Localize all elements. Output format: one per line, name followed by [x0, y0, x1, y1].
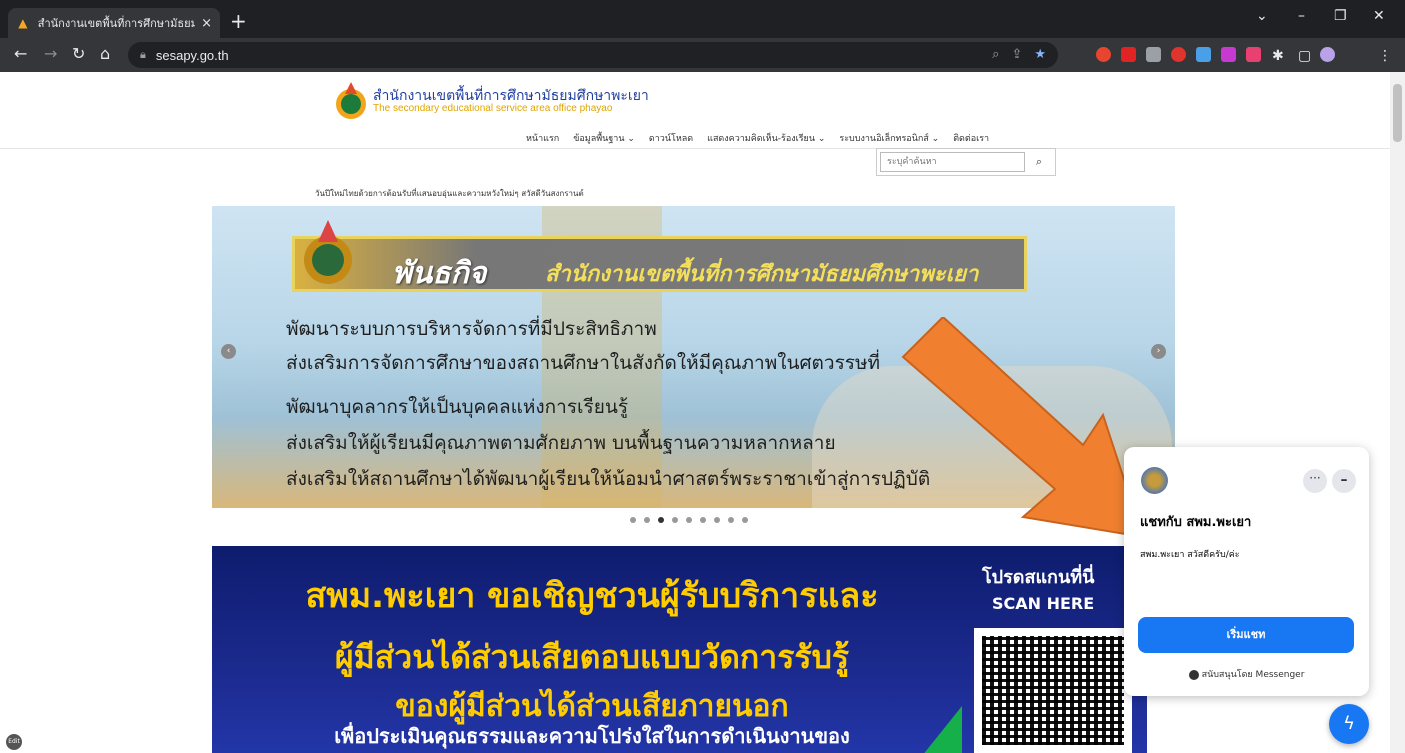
chat-title: แชทกับ สพม.พะเยา — [1140, 515, 1252, 530]
site-favicon-icon: ▲ — [18, 16, 28, 30]
bookmark-star-icon[interactable]: ★ — [1034, 47, 1046, 62]
close-window-button[interactable]: ✕ — [1373, 8, 1385, 24]
forward-icon[interactable]: → — [44, 44, 57, 64]
slider-dot-8[interactable] — [728, 517, 734, 523]
messenger-mini-icon — [1188, 669, 1199, 680]
address-bar[interactable]: 🔒︎ sesapy.go.th ⌕ ⇪ ★ — [128, 42, 1058, 68]
extension-icon-3[interactable] — [1146, 47, 1161, 62]
tab-title: สำนักงานเขตพื้นที่การศึกษามัธยมศึกษ... — [37, 17, 196, 30]
slider-dot-2[interactable] — [644, 517, 650, 523]
menu-item-contact[interactable]: ติดต่อเรา — [953, 131, 989, 145]
scan-here-label: SCAN HERE — [992, 594, 1095, 613]
adblock-icon[interactable] — [1171, 47, 1186, 62]
restore-button[interactable]: ❐ — [1334, 8, 1347, 24]
poster-line-4: เพื่อประเมินคุณธรรมและความโปร่งใสในการดำ… — [334, 724, 850, 748]
minimize-button[interactable]: – — [1298, 8, 1305, 24]
chat-more-button[interactable]: ··· — [1303, 469, 1327, 493]
home-icon[interactable]: ⌂ — [100, 44, 110, 64]
mission-line-2: ส่งเสริมการจัดการศึกษาของสถานศึกษาในสังก… — [286, 352, 881, 374]
banner-subtitle: สำนักงานเขตพื้นที่การศึกษามัธยมศึกษาพะเย… — [545, 262, 979, 287]
edit-badge-icon[interactable]: Edit — [6, 734, 22, 750]
mission-line-1: พัฒนาระบบการบริหารจัดการที่มีประสิทธิภาพ — [286, 318, 657, 340]
page-viewport: สำนักงานเขตพื้นที่การศึกษามัธยมศึกษาพะเย… — [0, 72, 1405, 753]
survey-poster[interactable]: สพม.พะเยา ขอเชิญชวนผู้รับบริการและ ผู้มี… — [212, 546, 1147, 753]
url-text[interactable]: sesapy.go.th — [156, 48, 229, 63]
side-panel-icon[interactable]: ▢ — [1298, 46, 1311, 66]
header-divider — [0, 148, 1390, 149]
browser-toolbar: ← → ↻ ⌂ 🔒︎ sesapy.go.th ⌕ ⇪ ★ ✱ ▢ ⋮ — [0, 38, 1405, 72]
start-chat-button[interactable]: เริ่มแชท — [1138, 617, 1354, 653]
chat-greeting: สพม.พะเยา สวัสดีครับ/ค่ะ — [1140, 550, 1240, 560]
orange-arrow-annotation — [901, 317, 1145, 539]
menu-item-basic-info[interactable]: ข้อมูลพื้นฐาน ⌄ — [573, 131, 635, 145]
powered-by-messenger[interactable]: สนับสนุนโดย Messenger — [1124, 667, 1369, 681]
search-icon[interactable]: ⌕ — [1027, 152, 1051, 172]
extension-icon-7[interactable] — [1246, 47, 1261, 62]
extensions-puzzle-icon[interactable]: ✱ — [1272, 46, 1284, 66]
scrollbar-thumb[interactable] — [1393, 84, 1402, 142]
page-scrollbar[interactable] — [1390, 72, 1405, 753]
mission-line-4: ส่งเสริมให้ผู้เรียนมีคุณภาพตามศักยภาพ บน… — [286, 432, 836, 454]
mission-line-3: พัฒนาบุคลากรให้เป็นบุคคลแห่งการเรียนรู้ — [286, 396, 629, 418]
qr-code-image[interactable] — [974, 628, 1132, 753]
menu-item-feedback[interactable]: แสดงความคิดเห็น-ร้องเรียน ⌄ — [707, 131, 825, 145]
browser-window: ▲ สำนักงานเขตพื้นที่การศึกษามัธยมศึกษ...… — [0, 0, 1405, 753]
slider-dot-1[interactable] — [630, 517, 636, 523]
tab-close-button[interactable]: × — [201, 16, 212, 31]
site-logo[interactable] — [333, 80, 369, 120]
lock-icon[interactable]: 🔒︎ — [140, 48, 146, 62]
search-form: ⌕ — [876, 148, 1056, 176]
page-avatar — [1141, 467, 1168, 494]
scan-thai-label: โปรดสแกนที่นี่ — [982, 567, 1095, 588]
announcement-marquee: วันปีใหม่ไทยด้วยการต้อนรับที่แสนอบอุ่นแล… — [315, 189, 584, 198]
slider-dot-5[interactable] — [686, 517, 692, 523]
slider-dot-6[interactable] — [700, 517, 706, 523]
powered-label: สนับสนุนโดย Messenger — [1201, 670, 1305, 680]
slider-dot-7[interactable] — [714, 517, 720, 523]
obec-emblem-icon — [304, 220, 352, 284]
menu-item-home[interactable]: หน้าแรก — [526, 131, 559, 145]
slider-dots — [630, 517, 748, 523]
slider-dot-4[interactable] — [672, 517, 678, 523]
poster-line-2: ผู้มีส่วนได้ส่วนเสียตอบแบบวัดการรับรู้ — [334, 638, 850, 676]
messenger-fab-icon[interactable]: ϟ — [1329, 704, 1369, 744]
tab-strip: ▲ สำนักงานเขตพื้นที่การศึกษามัธยมศึกษ...… — [0, 0, 1405, 38]
green-arrow-shape — [922, 706, 962, 753]
main-menu: หน้าแรก ข้อมูลพื้นฐาน ⌄ ดาวน์โหลด แสดงคว… — [526, 131, 989, 145]
mission-line-5: ส่งเสริมให้สถานศึกษาได้พัฒนาผู้เรียนให้น… — [286, 468, 931, 490]
search-input[interactable] — [880, 152, 1025, 172]
share-icon[interactable]: ⇪ — [1011, 47, 1022, 62]
menu-item-download[interactable]: ดาวน์โหลด — [649, 131, 693, 145]
extension-icon-2[interactable] — [1121, 47, 1136, 62]
banner-title: พันธกิจ — [392, 256, 487, 291]
chat-minimize-button[interactable]: – — [1332, 469, 1356, 493]
back-icon[interactable]: ← — [14, 44, 27, 64]
browser-tab[interactable]: ▲ สำนักงานเขตพื้นที่การศึกษามัธยมศึกษ...… — [8, 8, 220, 38]
browser-menu-icon[interactable]: ⋮ — [1378, 46, 1392, 66]
tab-search-button[interactable]: ⌄ — [1256, 8, 1268, 24]
poster-line-1: สพม.พะเยา ขอเชิญชวนผู้รับบริการและ — [305, 576, 879, 616]
profile-avatar[interactable] — [1320, 47, 1335, 62]
extension-icon-6[interactable] — [1221, 47, 1236, 62]
messenger-chat-widget: ··· – แชทกับ สพม.พะเยา สพม.พะเยา สวัสดีค… — [1124, 447, 1369, 696]
zoom-icon[interactable]: ⌕ — [992, 47, 999, 62]
reload-icon[interactable]: ↻ — [72, 44, 85, 64]
slider-prev-button[interactable]: ‹ — [221, 344, 236, 359]
extension-icon-5[interactable] — [1196, 47, 1211, 62]
slider-dot-3[interactable] — [658, 517, 664, 523]
new-tab-button[interactable]: + — [230, 10, 247, 32]
menu-item-e-systems[interactable]: ระบบงานอิเล็กทรอนิกส์ ⌄ — [839, 131, 939, 145]
site-subtitle: The secondary educational service area o… — [373, 103, 613, 114]
extension-icon-1[interactable] — [1096, 47, 1111, 62]
slider-dot-9[interactable] — [742, 517, 748, 523]
